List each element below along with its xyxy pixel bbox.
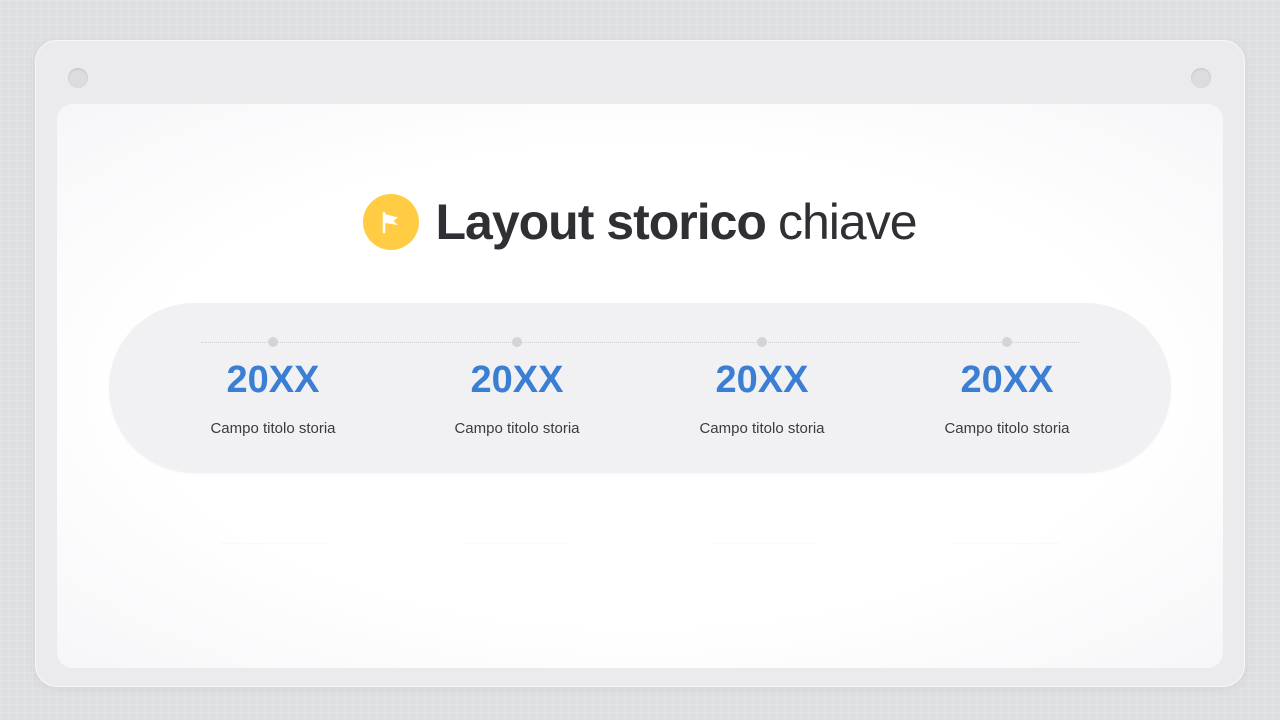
event-year: 20XX bbox=[470, 359, 564, 401]
timeline-dot bbox=[512, 337, 522, 347]
timeline-panel: 20XX Campo titolo storia 20XX Campo tito… bbox=[109, 303, 1171, 473]
timeline-dot bbox=[757, 337, 767, 347]
title-light: chiave bbox=[777, 194, 918, 250]
device-frame: Layout storico chiave 20XX Campo titolo s… bbox=[35, 40, 1245, 687]
page-title: Layout storico chiave bbox=[435, 194, 918, 250]
description-placeholder: ········································… bbox=[464, 541, 570, 545]
flag-icon bbox=[363, 194, 420, 250]
event-label: Campo titolo storia bbox=[210, 420, 336, 437]
event-year: 20XX bbox=[226, 359, 320, 401]
screw-icon bbox=[68, 68, 88, 88]
event-label: Campo titolo storia bbox=[944, 420, 1070, 437]
screw-icon bbox=[1191, 68, 1211, 88]
timeline-dot bbox=[268, 337, 278, 347]
event-year: 20XX bbox=[715, 359, 809, 401]
description-placeholder: ········································… bbox=[709, 541, 815, 545]
description-placeholder: ········································… bbox=[220, 541, 326, 545]
title-bold: Layout storico bbox=[435, 194, 766, 250]
timeline-dot bbox=[1002, 337, 1012, 347]
slide-canvas: Layout storico chiave 20XX Campo titolo s… bbox=[57, 104, 1223, 668]
event-label: Campo titolo storia bbox=[699, 420, 825, 437]
event-label: Campo titolo storia bbox=[454, 420, 580, 437]
slide-header: Layout storico chiave bbox=[57, 192, 1223, 252]
event-year: 20XX bbox=[960, 359, 1054, 401]
description-placeholder: ········································… bbox=[954, 541, 1060, 545]
